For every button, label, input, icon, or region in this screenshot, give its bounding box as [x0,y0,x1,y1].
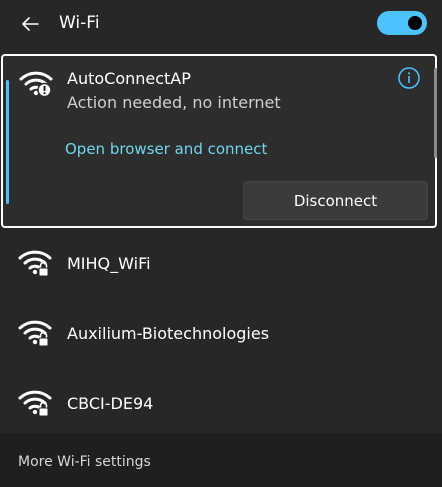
open-browser-link[interactable]: Open browser and connect [65,139,267,159]
disconnect-button[interactable]: Disconnect [243,181,428,220]
wifi-warning-icon [19,71,53,98]
wifi-locked-icon [18,390,52,417]
header: Wi-Fi [0,0,442,48]
wifi-toggle[interactable] [377,11,427,35]
back-button[interactable] [16,10,44,38]
network-list-item[interactable]: MIHQ_WiFi [0,233,442,293]
scrollbar[interactable] [434,68,437,158]
wifi-panel: Wi-Fi AutoConnectAP Action needed, no in… [0,0,442,487]
connected-network-name: AutoConnectAP [67,69,191,88]
back-arrow-icon [22,17,39,31]
connection-status: Action needed, no internet [67,93,281,112]
info-icon[interactable] [397,66,421,90]
wifi-locked-icon [18,250,52,277]
network-name: MIHQ_WiFi [67,254,151,273]
network-list-item[interactable]: CBCI-DE94 [0,373,442,433]
more-wifi-settings-link[interactable]: More Wi-Fi settings [18,453,151,471]
network-list-item[interactable]: Auxilium-Biotechnologies [0,303,442,363]
network-name: CBCI-DE94 [67,394,154,413]
selection-indicator [6,80,9,204]
page-title: Wi-Fi [59,13,100,33]
network-name: Auxilium-Biotechnologies [67,324,270,343]
connected-network-card[interactable]: AutoConnectAP Action needed, no internet… [1,54,437,228]
footer: More Wi-Fi settings [0,433,442,487]
wifi-locked-icon [18,320,52,347]
toggle-knob [408,16,422,30]
